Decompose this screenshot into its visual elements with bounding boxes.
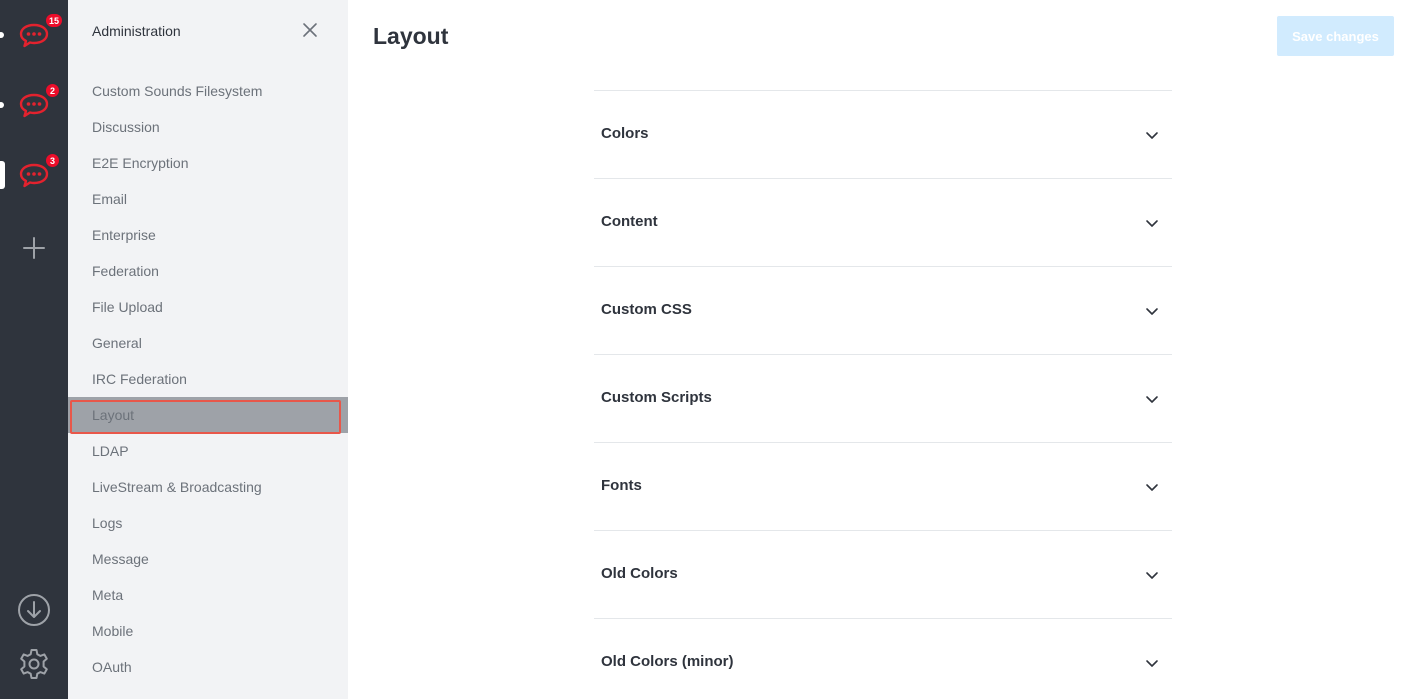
- sidebar-item-enterprise[interactable]: Enterprise: [68, 217, 348, 253]
- server-item-active[interactable]: 3: [0, 150, 68, 200]
- chevron-down-icon: [1146, 396, 1158, 403]
- notification-badge: 3: [45, 153, 60, 168]
- sidebar-item-custom-sounds-filesystem[interactable]: Custom Sounds Filesystem: [68, 73, 348, 109]
- section-old-colors[interactable]: Old Colors: [594, 530, 1172, 618]
- sidebar-item-oauth[interactable]: OAuth: [68, 649, 348, 685]
- section-title: Custom Scripts: [601, 389, 712, 406]
- close-icon[interactable]: [300, 20, 320, 40]
- chevron-down-icon: [1146, 572, 1158, 579]
- sidebar-item-meta[interactable]: Meta: [68, 577, 348, 613]
- notification-badge: 15: [45, 13, 64, 28]
- sidebar-item-federation[interactable]: Federation: [68, 253, 348, 289]
- sidebar-item-file-upload[interactable]: File Upload: [68, 289, 348, 325]
- chevron-down-icon: [1146, 132, 1158, 139]
- download-icon[interactable]: [17, 593, 51, 627]
- section-title: Content: [601, 213, 658, 230]
- settings-list: Custom Sounds Filesystem Discussion E2E …: [68, 37, 348, 685]
- plus-icon[interactable]: [22, 236, 46, 260]
- sidebar-item-mobile[interactable]: Mobile: [68, 613, 348, 649]
- section-title: Fonts: [601, 477, 642, 494]
- server-item[interactable]: 15: [0, 10, 68, 60]
- notification-badge: 2: [45, 83, 60, 98]
- admin-sidebar: Custom Sounds Filesystem Discussion E2E …: [68, 0, 348, 699]
- unread-dot: [0, 102, 4, 108]
- sidebar-item-general[interactable]: General: [68, 325, 348, 361]
- chevron-down-icon: [1146, 660, 1158, 667]
- section-custom-css[interactable]: Custom CSS: [594, 266, 1172, 354]
- active-indicator: [0, 161, 5, 189]
- gear-icon[interactable]: [17, 647, 51, 681]
- sidebar-header: Administration: [68, 0, 348, 62]
- chevron-down-icon: [1146, 308, 1158, 315]
- chevron-down-icon: [1146, 484, 1158, 491]
- server-rail: 15 2 3: [0, 0, 68, 699]
- section-title: Colors: [601, 125, 649, 142]
- sidebar-title: Administration: [92, 23, 181, 39]
- page-title: Layout: [373, 23, 449, 49]
- section-title: Custom CSS: [601, 301, 692, 318]
- section-old-colors-minor[interactable]: Old Colors (minor): [594, 618, 1172, 699]
- section-title: Old Colors (minor): [601, 653, 734, 670]
- section-colors[interactable]: Colors: [594, 90, 1172, 178]
- sidebar-item-ldap[interactable]: LDAP: [68, 433, 348, 469]
- sidebar-item-message[interactable]: Message: [68, 541, 348, 577]
- save-changes-button[interactable]: Save changes: [1277, 16, 1394, 56]
- sidebar-item-discussion[interactable]: Discussion: [68, 109, 348, 145]
- sidebar-item-email[interactable]: Email: [68, 181, 348, 217]
- unread-dot: [0, 32, 4, 38]
- sidebar-item-livestream-broadcasting[interactable]: LiveStream & Broadcasting: [68, 469, 348, 505]
- sidebar-item-logs[interactable]: Logs: [68, 505, 348, 541]
- sidebar-item-irc-federation[interactable]: IRC Federation: [68, 361, 348, 397]
- section-content[interactable]: Content: [594, 178, 1172, 266]
- section-title: Old Colors: [601, 565, 678, 582]
- sidebar-item-layout[interactable]: Layout: [68, 397, 348, 434]
- main-content: Layout Save changes Colors Content Custo…: [348, 0, 1418, 699]
- sidebar-item-e2e-encryption[interactable]: E2E Encryption: [68, 145, 348, 181]
- chevron-down-icon: [1146, 220, 1158, 227]
- server-item[interactable]: 2: [0, 80, 68, 130]
- section-fonts[interactable]: Fonts: [594, 442, 1172, 530]
- settings-sections: Colors Content Custom CSS Custom Scripts…: [594, 90, 1172, 699]
- section-custom-scripts[interactable]: Custom Scripts: [594, 354, 1172, 442]
